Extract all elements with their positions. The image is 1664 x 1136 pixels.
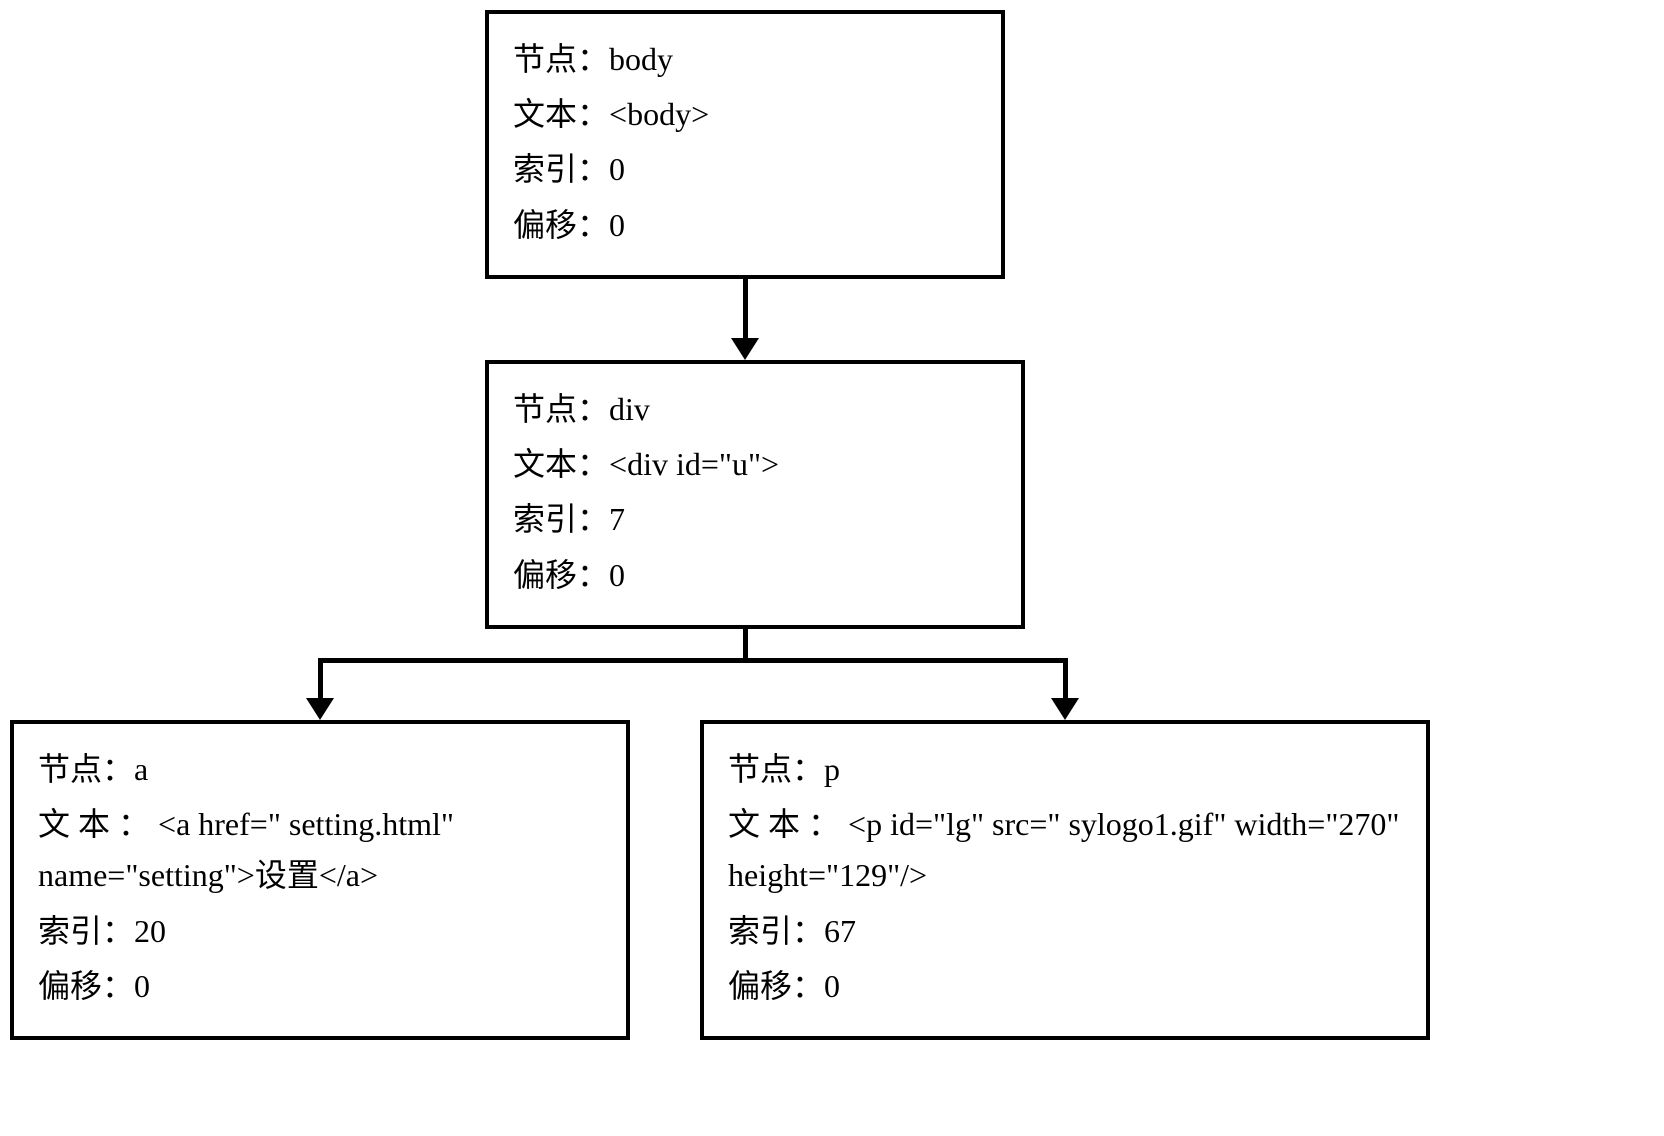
label-offset: 偏移： bbox=[728, 961, 824, 1012]
node-row: 偏移： 0 bbox=[728, 961, 1402, 1012]
value-node: p bbox=[824, 744, 840, 795]
node-row: 偏移： 0 bbox=[513, 200, 977, 251]
tree-node-div: 节点： div 文本： <div id="u"> 索引： 7 偏移： 0 bbox=[485, 360, 1025, 629]
node-row: 文本： <body> bbox=[513, 89, 977, 140]
node-row: 节点： p bbox=[728, 744, 1402, 795]
label-index: 索引： bbox=[513, 144, 609, 195]
node-row: 文 本 ： <p id="lg" src=" sylogo1.gif" widt… bbox=[728, 799, 1402, 901]
node-row: 文本： <div id="u"> bbox=[513, 439, 997, 490]
node-row: 节点： body bbox=[513, 34, 977, 85]
value-node: div bbox=[609, 384, 650, 435]
node-row: 偏移： 0 bbox=[513, 550, 997, 601]
value-index: 0 bbox=[609, 144, 625, 195]
arrow-line bbox=[743, 278, 748, 340]
node-row: 索引： 7 bbox=[513, 494, 997, 545]
arrow-head-icon bbox=[306, 698, 334, 720]
connector-line bbox=[318, 658, 1068, 663]
value-offset: 0 bbox=[609, 550, 625, 601]
label-offset: 偏移： bbox=[513, 550, 609, 601]
arrow-head-icon bbox=[731, 338, 759, 360]
label-index: 索引： bbox=[38, 906, 134, 957]
node-row: 节点： div bbox=[513, 384, 997, 435]
label-node: 节点： bbox=[513, 34, 609, 85]
value-offset: 0 bbox=[134, 961, 150, 1012]
label-text: 文本： bbox=[513, 89, 609, 140]
label-offset: 偏移： bbox=[38, 961, 134, 1012]
connector-line bbox=[743, 628, 748, 660]
connector-line bbox=[1063, 658, 1068, 700]
value-index: 20 bbox=[134, 906, 166, 957]
node-row: 索引： 67 bbox=[728, 906, 1402, 957]
label-node: 节点： bbox=[513, 384, 609, 435]
tree-node-p: 节点： p 文 本 ： <p id="lg" src=" sylogo1.gif… bbox=[700, 720, 1430, 1040]
value-index: 7 bbox=[609, 494, 625, 545]
label-offset: 偏移： bbox=[513, 200, 609, 251]
label-index: 索引： bbox=[728, 906, 824, 957]
label-text: 文 本 ： bbox=[728, 806, 840, 842]
node-row: 偏移： 0 bbox=[38, 961, 602, 1012]
tree-node-body: 节点： body 文本： <body> 索引： 0 偏移： 0 bbox=[485, 10, 1005, 279]
node-row: 索引： 20 bbox=[38, 906, 602, 957]
value-offset: 0 bbox=[609, 200, 625, 251]
value-node: a bbox=[134, 744, 148, 795]
label-text: 文本： bbox=[513, 439, 609, 490]
node-row: 文 本 ： <a href=" setting.html" name="sett… bbox=[38, 799, 602, 901]
value-offset: 0 bbox=[824, 961, 840, 1012]
label-text: 文 本 ： bbox=[38, 806, 150, 842]
tree-node-a: 节点： a 文 本 ： <a href=" setting.html" name… bbox=[10, 720, 630, 1040]
label-node: 节点： bbox=[728, 744, 824, 795]
value-text: <div id="u"> bbox=[609, 439, 779, 490]
connector-line bbox=[318, 658, 323, 700]
label-node: 节点： bbox=[38, 744, 134, 795]
node-row: 节点： a bbox=[38, 744, 602, 795]
value-index: 67 bbox=[824, 906, 856, 957]
arrow-head-icon bbox=[1051, 698, 1079, 720]
node-row: 索引： 0 bbox=[513, 144, 977, 195]
label-index: 索引： bbox=[513, 494, 609, 545]
value-node: body bbox=[609, 34, 673, 85]
value-text: <body> bbox=[609, 89, 709, 140]
